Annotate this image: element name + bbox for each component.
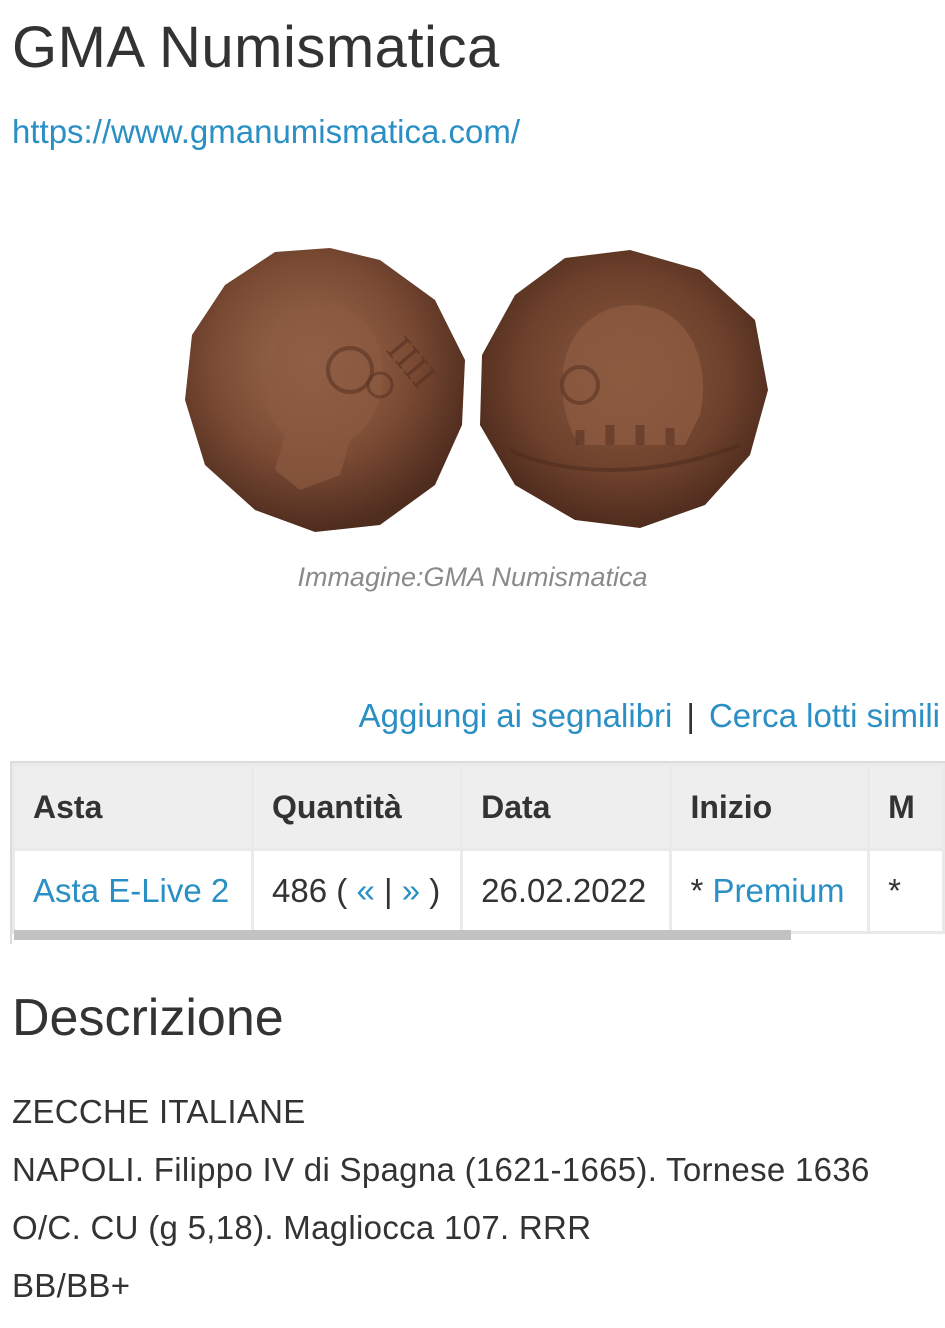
add-bookmark-link[interactable]: Aggiungi ai segnalibri	[359, 697, 673, 734]
description-heading: Descrizione	[12, 989, 284, 1047]
auction-link[interactable]: Asta E-Live 2	[33, 872, 229, 909]
header-asta: Asta	[15, 766, 252, 848]
search-similar-lots-link[interactable]: Cerca lotti simili	[709, 697, 940, 734]
header-data: Data	[463, 766, 670, 848]
cell-next-column: *	[870, 851, 942, 931]
cell-asta: Asta E-Live 2	[15, 851, 252, 931]
coin-obverse: IIII	[185, 248, 465, 532]
lot-table-container[interactable]: Asta Quantità Data Inizio M Asta E-Live …	[10, 761, 945, 944]
header-inizio: Inizio	[672, 766, 868, 848]
table-header-row: Asta Quantità Data Inizio M	[15, 766, 942, 848]
premium-link[interactable]: Premium	[712, 872, 844, 909]
lot-nav-separator: |	[383, 872, 393, 909]
cell-quantita: 486 ( « | » )	[254, 851, 461, 931]
table-horizontal-scrollbar[interactable]	[14, 930, 791, 940]
action-separator: |	[686, 697, 695, 734]
description-line-4: BB/BB+	[12, 1267, 131, 1304]
coin-reverse	[480, 250, 768, 528]
page-title: GMA Numismatica	[12, 15, 500, 80]
description-line-3: O/C. CU (g 5,18). Magliocca 107. RRR	[12, 1209, 592, 1246]
cell-inizio: * Premium	[672, 851, 868, 931]
lot-number: 486	[272, 872, 328, 909]
description-line-2: NAPOLI. Filippo IV di Spagna (1621-1665)…	[12, 1151, 870, 1188]
next-lot-link[interactable]: »	[402, 872, 420, 909]
previous-lot-link[interactable]: «	[356, 872, 374, 909]
coin-image: IIII	[185, 248, 768, 532]
cell-data: 26.02.2022	[463, 851, 670, 931]
website-link[interactable]: https://www.gmanumismatica.com/	[12, 113, 520, 151]
header-next-column: M	[870, 766, 942, 848]
description-line-1: ZECCHE ITALIANE	[12, 1093, 306, 1130]
action-links: Aggiungi ai segnalibri | Cerca lotti simil…	[359, 697, 940, 735]
open-paren: (	[336, 872, 348, 909]
inizio-prefix: *	[690, 872, 704, 909]
lot-table: Asta Quantità Data Inizio M Asta E-Live …	[12, 763, 945, 934]
close-paren: )	[429, 872, 441, 909]
image-caption: Immagine:GMA Numismatica	[297, 562, 648, 592]
table-row: Asta E-Live 2 486 ( « | » ) 26.02.2022 *…	[15, 851, 942, 931]
header-quantita: Quantità	[254, 766, 461, 848]
